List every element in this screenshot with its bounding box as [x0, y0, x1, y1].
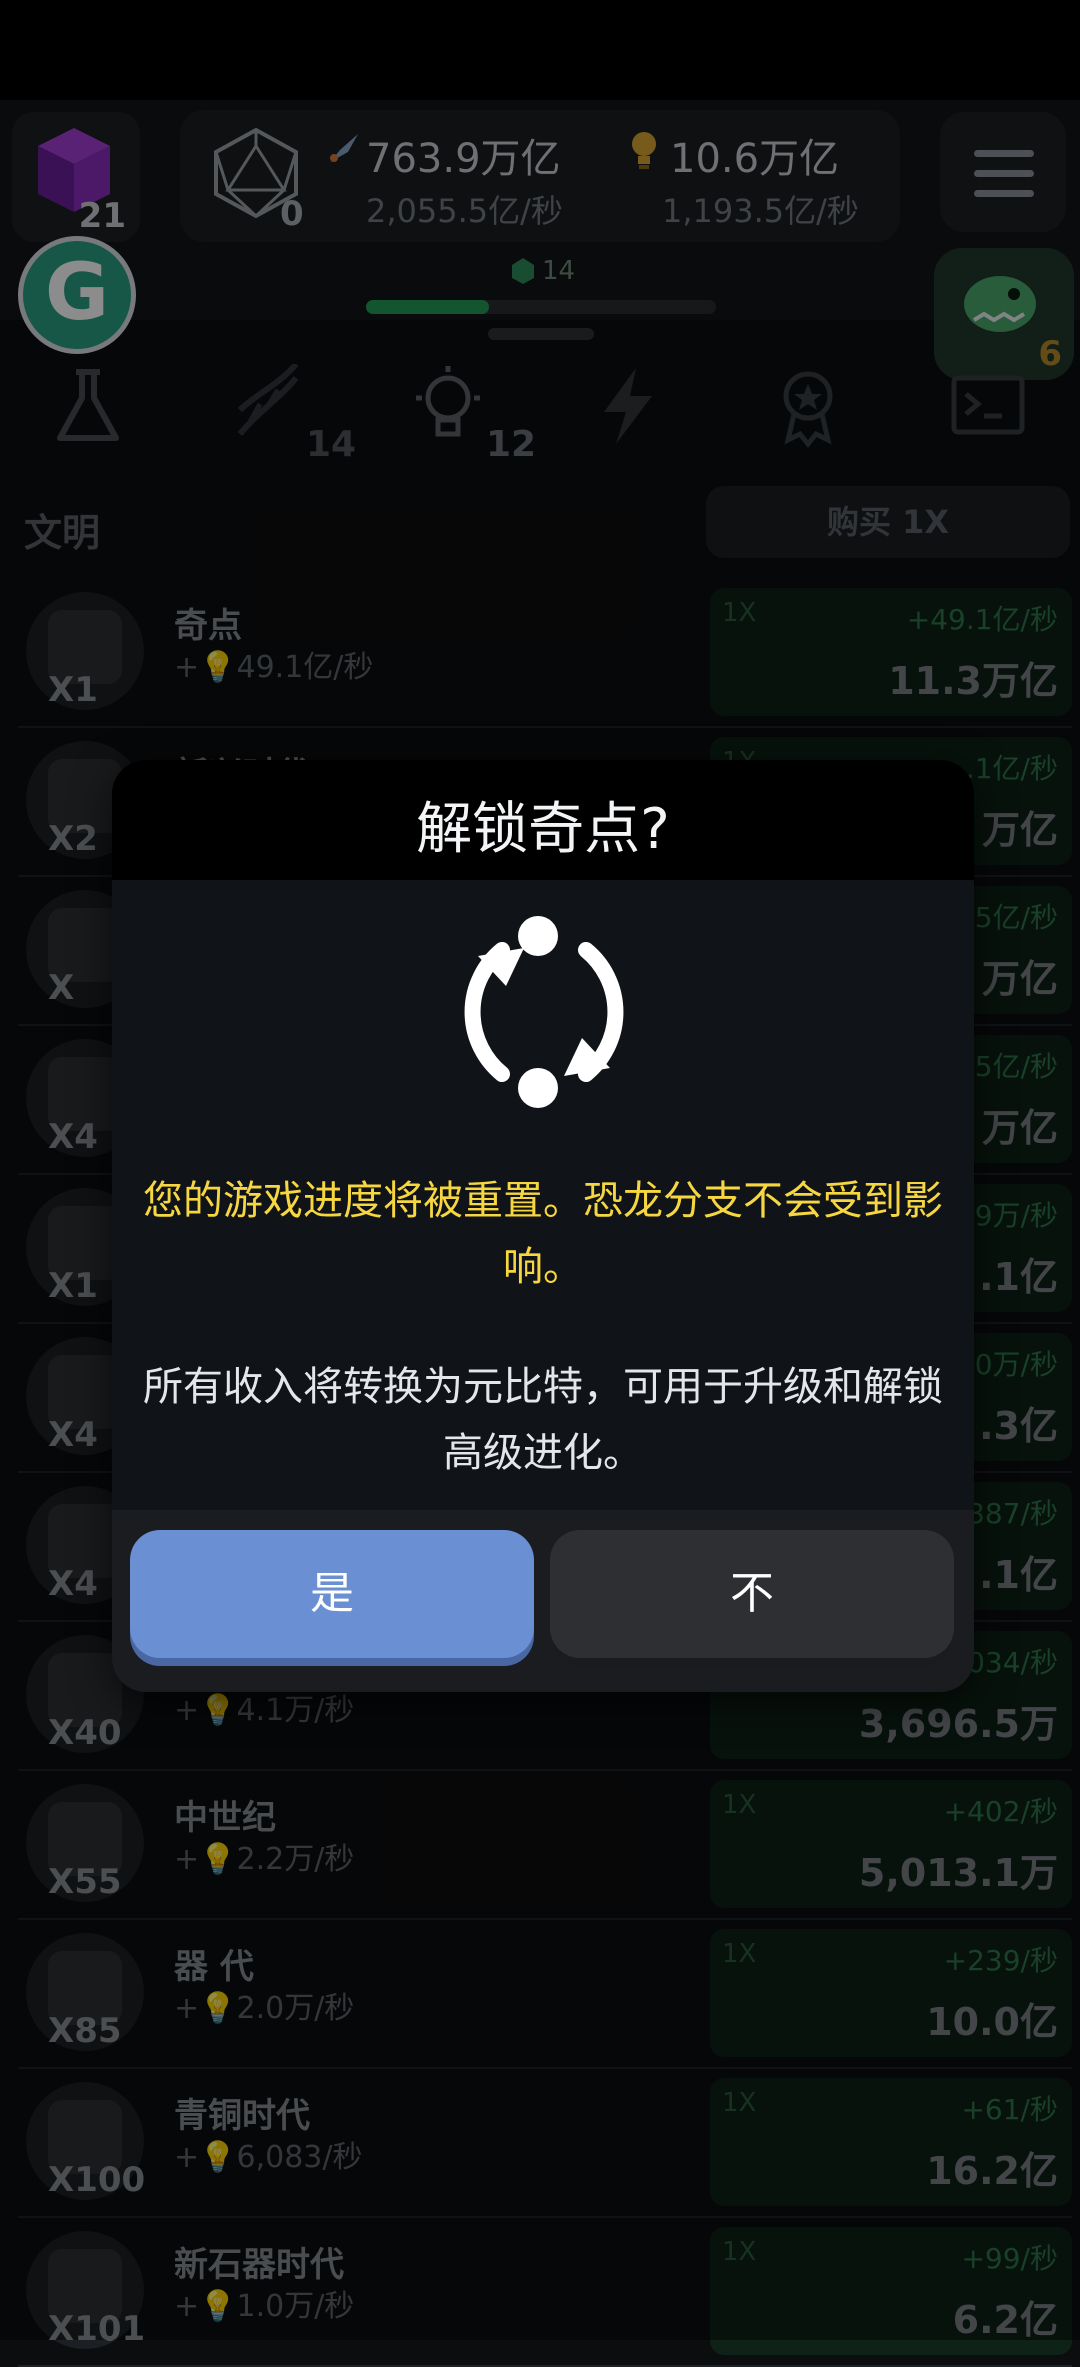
- dialog-header: 解锁奇点?: [112, 760, 974, 880]
- reset-warning-text: 您的游戏进度将被重置。恐龙分支不会受到影响。: [143, 1178, 943, 1290]
- unlock-dialog: 解锁奇点? 您的游戏进度将被重置。恐龙分支不会受到影响。 所有收入将转换为元比特…: [112, 760, 974, 1692]
- dialog-title: 解锁奇点?: [416, 797, 670, 862]
- refresh-cycle-icon: [464, 916, 624, 1108]
- conversion-info-text: 所有收入将转换为元比特，可用于升级和解锁高级进化。: [143, 1364, 943, 1476]
- confirm-button[interactable]: 是: [130, 1530, 534, 1658]
- dialog-actions: 是 不: [112, 1510, 974, 1692]
- cancel-button[interactable]: 不: [550, 1530, 954, 1658]
